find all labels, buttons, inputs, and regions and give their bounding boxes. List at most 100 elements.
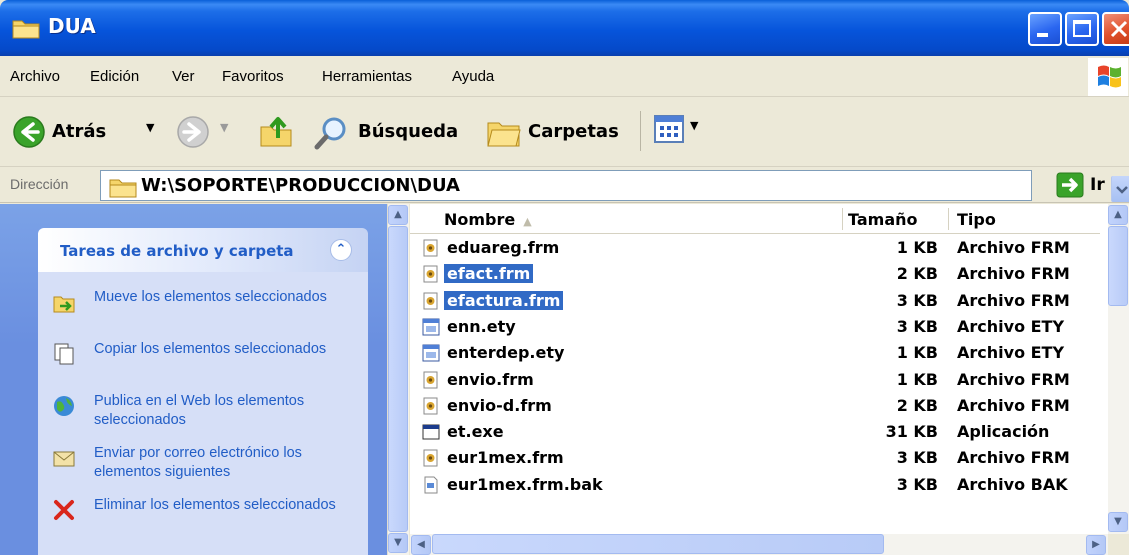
file-name: eur1mex.frm.bak [447, 474, 603, 494]
menu-herramientas[interactable]: Herramientas [322, 68, 412, 85]
task-move-label: Mueve los elementos seleccionados [94, 289, 327, 305]
collapse-icon[interactable]: ⌃ [330, 239, 352, 261]
toolbar: Atrás ▼ ▼ Búsqueda Carpetas ▼ [0, 97, 1129, 167]
address-bar: Dirección W:\SOPORTE\PRODUCCION\DUA [0, 167, 1129, 203]
title-bar[interactable]: DUA [0, 0, 1129, 56]
file-row[interactable]: efact.frm 2 KB Archivo FRM [410, 262, 1100, 286]
file-name: envio.frm [447, 369, 534, 389]
file-tasks-title: Tareas de archivo y carpeta [60, 242, 294, 260]
minimize-button[interactable] [1028, 12, 1062, 46]
ety-file-icon [422, 318, 440, 336]
file-row[interactable]: enn.ety 3 KB Archivo ETY [410, 315, 1100, 339]
forward-button[interactable]: ▼ [174, 113, 240, 153]
column-name[interactable]: Nombre ▲ [444, 210, 532, 229]
file-list-scrollbar[interactable]: ▲ ▼ [1108, 204, 1129, 534]
file-name: efact.frm [444, 264, 534, 284]
ety-file-icon [422, 344, 440, 362]
copy-icon [54, 343, 74, 365]
windows-flag-icon [1098, 65, 1121, 88]
file-row[interactable]: envio.frm 1 KB Archivo FRM [410, 368, 1100, 392]
go-arrow-icon[interactable] [1056, 172, 1084, 198]
file-tasks-panel: Tareas de archivo y carpeta ⌃ Mueve los … [38, 228, 368, 555]
views-button[interactable]: ▼ [652, 113, 702, 149]
scrollbar-thumb[interactable] [1108, 226, 1128, 306]
close-button[interactable] [1102, 12, 1129, 46]
file-row[interactable]: eur1mex.frm.bak 3 KB Archivo BAK [410, 473, 1100, 497]
sort-ascending-icon: ▲ [523, 215, 532, 228]
scrollbar-thumb[interactable] [388, 226, 408, 532]
file-name: efactura.frm [444, 290, 564, 310]
back-dropdown-icon[interactable]: ▼ [146, 121, 154, 134]
task-move[interactable]: Mueve los elementos seleccionados [52, 288, 362, 328]
scroll-right-icon[interactable]: ▶ [1086, 535, 1106, 555]
forward-arrow-icon [177, 116, 209, 148]
column-size[interactable]: Tamaño [848, 210, 918, 229]
scroll-left-icon[interactable]: ◀ [411, 535, 431, 555]
file-size: 1 KB [896, 343, 938, 363]
file-size: 3 KB [896, 474, 938, 494]
windows-logo [1088, 58, 1128, 96]
forward-dropdown-icon[interactable]: ▼ [220, 121, 228, 134]
file-size: 3 KB [896, 290, 938, 310]
file-type: Archivo ETY [957, 316, 1065, 336]
column-divider[interactable] [948, 208, 949, 230]
scroll-up-icon[interactable]: ▲ [1108, 205, 1128, 225]
file-type: Archivo BAK [957, 474, 1068, 494]
frm-file-icon [422, 265, 440, 283]
address-dropdown-button[interactable] [1111, 176, 1129, 202]
scroll-up-icon[interactable]: ▲ [388, 205, 408, 225]
file-type: Archivo FRM [957, 238, 1070, 257]
views-dropdown-icon: ▼ [690, 119, 699, 132]
file-row[interactable]: eduareg.frm 1 KB Archivo FRM [410, 236, 1100, 260]
menu-ver[interactable]: Ver [172, 68, 195, 85]
task-send-email[interactable]: Enviar por correo electrónico los elemen… [52, 444, 362, 484]
task-pane-scrollbar[interactable]: ▲ ▼ [387, 204, 409, 555]
toolbar-separator [640, 111, 641, 151]
file-size: 3 KB [896, 316, 938, 336]
scroll-down-icon[interactable]: ▼ [1108, 512, 1128, 532]
folders-label: Carpetas [528, 121, 619, 142]
file-row[interactable]: envio-d.frm 2 KB Archivo FRM [410, 394, 1100, 418]
file-tasks-header[interactable]: Tareas de archivo y carpeta ⌃ [38, 228, 368, 272]
back-label: Atrás [52, 121, 107, 142]
file-size: 2 KB [896, 395, 938, 415]
file-name: enn.ety [447, 316, 516, 336]
file-type: Archivo FRM [957, 264, 1070, 284]
task-publish-web[interactable]: Publica en el Web los elementos seleccio… [52, 392, 362, 432]
menu-archivo[interactable]: Archivo [10, 68, 60, 85]
resize-grip[interactable] [1108, 534, 1129, 555]
go-button-label[interactable]: Ir [1090, 175, 1105, 195]
menu-edicion[interactable]: Edición [90, 68, 139, 85]
back-button[interactable]: Atrás ▼ [6, 111, 166, 153]
task-delete[interactable]: Eliminar los elementos seleccionados [52, 496, 362, 536]
maximize-button[interactable] [1065, 12, 1099, 46]
email-icon [53, 451, 75, 467]
scrollbar-thumb[interactable] [432, 534, 884, 554]
views-icon [654, 115, 684, 143]
column-type[interactable]: Tipo [957, 210, 996, 229]
maximize-icon [1073, 20, 1091, 37]
task-send-email-label: Enviar por correo electrónico los elemen… [94, 445, 302, 480]
frm-file-icon [422, 239, 440, 257]
web-publish-icon [54, 396, 74, 416]
file-row[interactable]: efactura.frm 3 KB Archivo FRM [410, 289, 1100, 313]
file-row[interactable]: eur1mex.frm 3 KB Archivo FRM [410, 446, 1100, 470]
file-type: Archivo ETY [957, 343, 1065, 363]
column-divider[interactable] [842, 208, 843, 230]
search-icon [314, 117, 346, 150]
file-row[interactable]: enterdep.ety 1 KB Archivo ETY [410, 341, 1100, 365]
address-input[interactable]: W:\SOPORTE\PRODUCCION\DUA [100, 170, 1129, 202]
task-delete-label: Eliminar los elementos seleccionados [94, 497, 336, 513]
folders-icon [487, 122, 521, 147]
horizontal-scrollbar[interactable]: ◀ ▶ [410, 534, 1108, 555]
file-tasks-list: Mueve los elementos seleccionados Copiar… [38, 272, 368, 555]
up-folder-icon[interactable] [258, 113, 294, 149]
menu-ayuda[interactable]: Ayuda [452, 68, 494, 85]
file-row[interactable]: et.exe 31 KB Aplicación [410, 420, 1100, 444]
scroll-down-icon[interactable]: ▼ [388, 533, 408, 553]
task-copy[interactable]: Copiar los elementos seleccionados [52, 340, 362, 380]
folders-button[interactable]: Carpetas [484, 111, 634, 153]
search-button[interactable]: Búsqueda [314, 111, 474, 153]
task-publish-web-label: Publica en el Web los elementos seleccio… [94, 393, 305, 428]
menu-favoritos[interactable]: Favoritos [222, 68, 284, 85]
